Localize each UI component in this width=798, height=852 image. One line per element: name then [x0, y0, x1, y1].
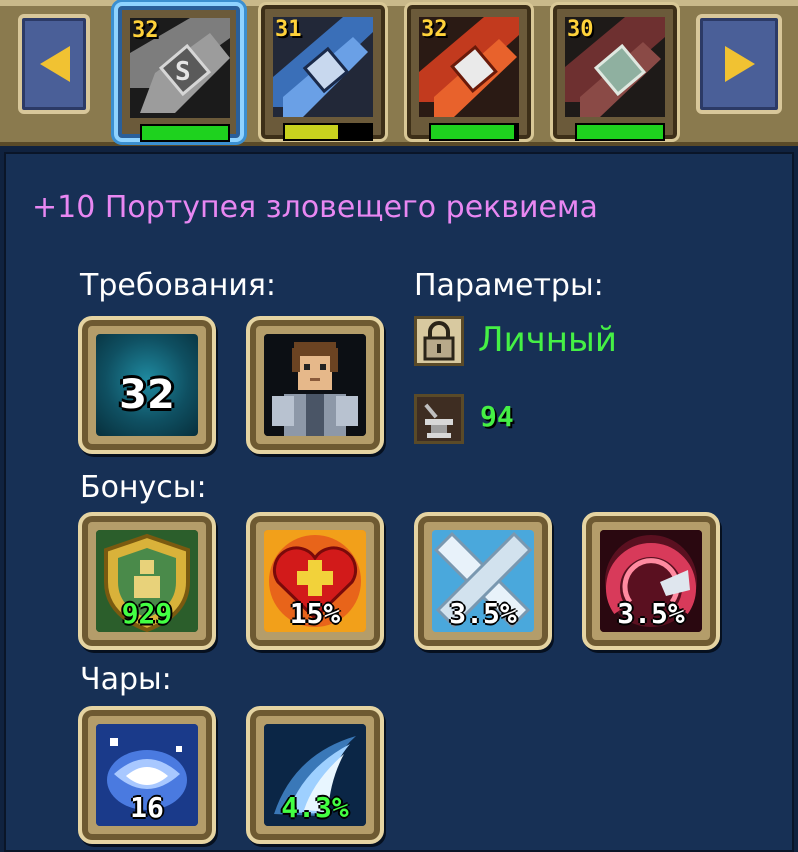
durability-bar — [575, 123, 665, 141]
durability-value: 94 — [480, 400, 514, 433]
required-level-badge: 32 — [78, 316, 216, 454]
item-slot-1[interactable]: S 32 — [114, 2, 244, 142]
svg-text:S: S — [175, 57, 191, 87]
bonus-crit[interactable]: 3.5% — [582, 512, 720, 650]
bonus-value: 929 — [121, 597, 173, 630]
anvil-icon — [414, 394, 464, 444]
level-icon: 32 — [96, 334, 198, 436]
lock-icon — [414, 316, 464, 366]
parameters-label: Параметры: — [414, 268, 604, 303]
previous-arrow-button[interactable] — [18, 14, 90, 114]
enchants-label: Чары: — [80, 662, 172, 697]
bonus-defense[interactable]: 929 — [78, 512, 216, 650]
enchant-value: 4.3% — [281, 791, 349, 824]
required-level: 32 — [119, 372, 175, 418]
item-level: 32 — [421, 17, 448, 42]
bonus-value: 3.5% — [617, 597, 685, 630]
bonus-health[interactable]: 15% — [246, 512, 384, 650]
next-arrow-button[interactable] — [696, 14, 782, 114]
item-slot-3[interactable]: 32 — [404, 2, 534, 142]
item-bar: S 32 31 32 30 — [0, 0, 798, 146]
item-slot-4[interactable]: 30 — [550, 2, 680, 142]
required-class-badge — [246, 316, 384, 454]
durability-bar — [283, 123, 373, 141]
item-level: 30 — [567, 17, 594, 42]
enchant-vortex[interactable]: 16 — [78, 706, 216, 844]
durability-bar — [429, 123, 519, 141]
bonuses-label: Бонусы: — [80, 470, 207, 505]
requirements-label: Требования: — [80, 268, 277, 303]
arrow-left-icon — [40, 46, 70, 82]
item-level: 32 — [132, 18, 159, 43]
durability-bar — [140, 124, 230, 142]
item-level: 31 — [275, 17, 302, 42]
enchant-value: 16 — [130, 791, 164, 824]
bonus-attack[interactable]: 3.5% — [414, 512, 552, 650]
item-title: +10 Портупея зловещего реквиема — [32, 190, 598, 225]
binding-status: Личный — [478, 320, 617, 360]
bonus-value: 15% — [289, 597, 341, 630]
item-slot-2[interactable]: 31 — [258, 2, 388, 142]
knight-portrait-icon — [264, 334, 366, 436]
bonus-value: 3.5% — [449, 597, 517, 630]
arrow-right-icon — [725, 46, 755, 82]
enchant-frost[interactable]: 4.3% — [246, 706, 384, 844]
